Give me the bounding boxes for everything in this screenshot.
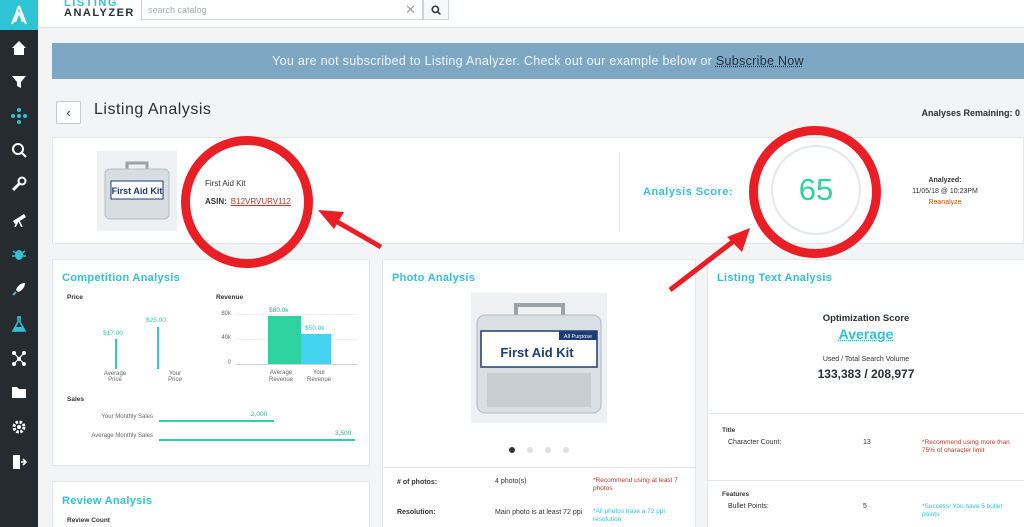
annotation-arrow-left [318, 210, 381, 247]
annotation-arrow-right [670, 228, 750, 290]
annotation-arrows [0, 0, 1024, 527]
